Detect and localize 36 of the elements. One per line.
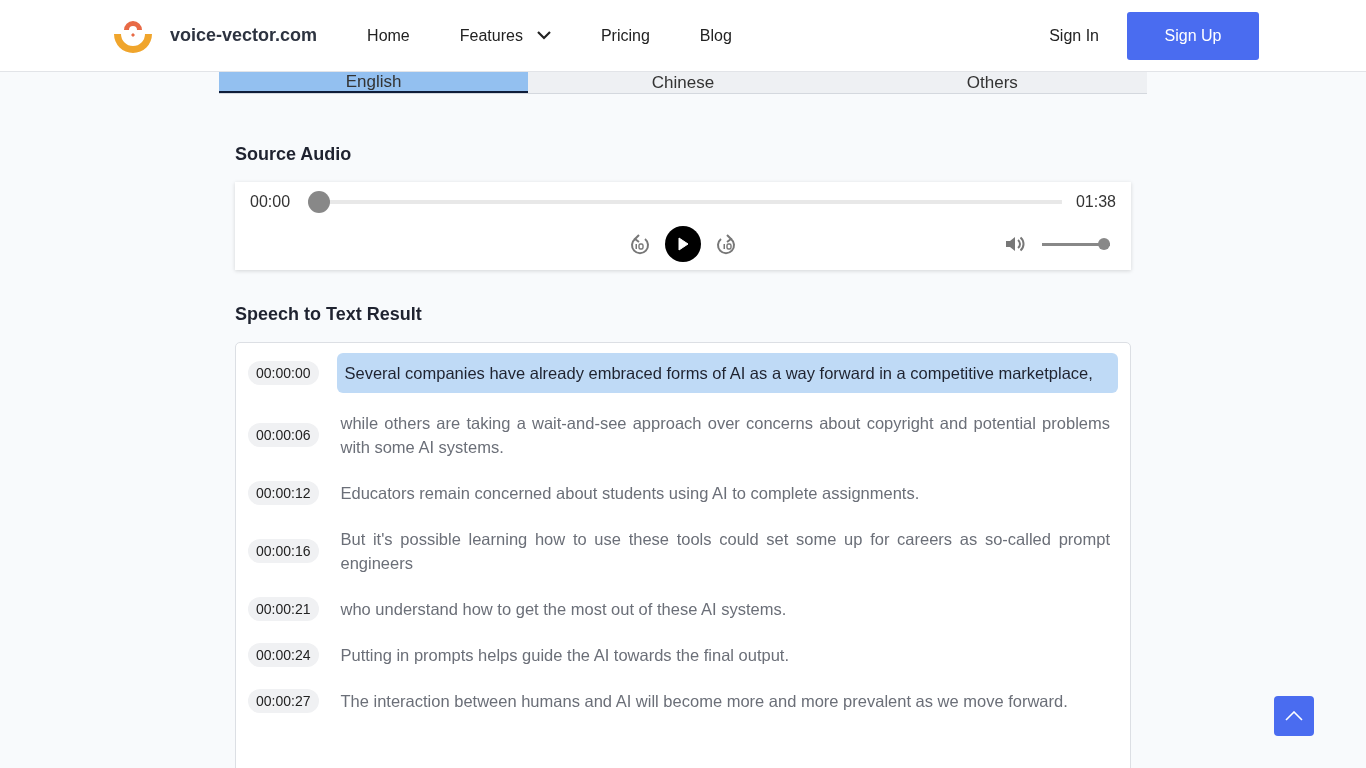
nav-link[interactable]: Pricing (600, 26, 650, 45)
nav-link[interactable]: Home (367, 26, 410, 45)
language-tab[interactable]: Others (837, 72, 1147, 93)
transcript-segment[interactable]: Educators remain concerned about students using AI to complete assignments. (336, 481, 1118, 505)
timestamp-badge[interactable]: 00:00:06 (248, 423, 319, 447)
duration: 01:38 (1075, 193, 1116, 211)
sign-up-button[interactable]: Sign Up (1127, 11, 1259, 60)
language-tab[interactable]: Chinese (528, 72, 838, 93)
section-title: Source Audio (235, 144, 353, 165)
scroll-to-top-button[interactable] (1274, 696, 1314, 736)
volume-icon[interactable] (1004, 234, 1026, 254)
transcript-segment[interactable]: while others are taking a wait-and-see approach over concerns about copyright and potential problems with some AI systems. (336, 411, 1118, 459)
transcript-segment[interactable]: But it's possible learning how to use these tools could set some up for careers as so-called prompt engineers (336, 527, 1118, 575)
section-title: Speech to Text Result (235, 304, 423, 325)
nav-link[interactable]: Features (459, 26, 551, 45)
timestamp-badge[interactable]: 00:00:24 (248, 643, 319, 667)
language-tab[interactable]: English (219, 72, 529, 93)
chevron-down-icon (536, 31, 551, 40)
timestamp-badge[interactable]: 00:00:16 (248, 539, 319, 563)
transcript-segment[interactable]: Putting in prompts helps guide the AI towards the final output. (336, 643, 1118, 667)
chevron-up-icon (1285, 711, 1303, 721)
nav-link[interactable]: Blog (699, 26, 732, 45)
timestamp-badge[interactable]: 00:00:21 (248, 597, 319, 621)
current-time: 00:00 (250, 193, 291, 211)
timestamp-badge[interactable]: 00:00:00 (248, 361, 319, 385)
transcript-segment[interactable]: The interaction between humans and AI will become more and more prevalent as we move forward. (336, 689, 1118, 713)
transcript-segment[interactable]: Several companies have already embraced forms of AI as a way forward in a competitive marketplace, (336, 353, 1118, 393)
play-button[interactable] (665, 226, 701, 262)
brand-name[interactable]: voice-vector.com (170, 25, 318, 46)
timestamp-badge[interactable]: 00:00:12 (248, 481, 319, 505)
transcript-segment[interactable]: who understand how to get the most out of these AI systems. (336, 597, 1118, 621)
play-icon (677, 237, 689, 251)
seek-thumb[interactable] (308, 191, 331, 213)
timestamp-badge[interactable]: 00:00:27 (248, 689, 319, 713)
volume-thumb[interactable] (1098, 238, 1110, 250)
sign-in-link[interactable]: Sign In (1049, 26, 1099, 45)
